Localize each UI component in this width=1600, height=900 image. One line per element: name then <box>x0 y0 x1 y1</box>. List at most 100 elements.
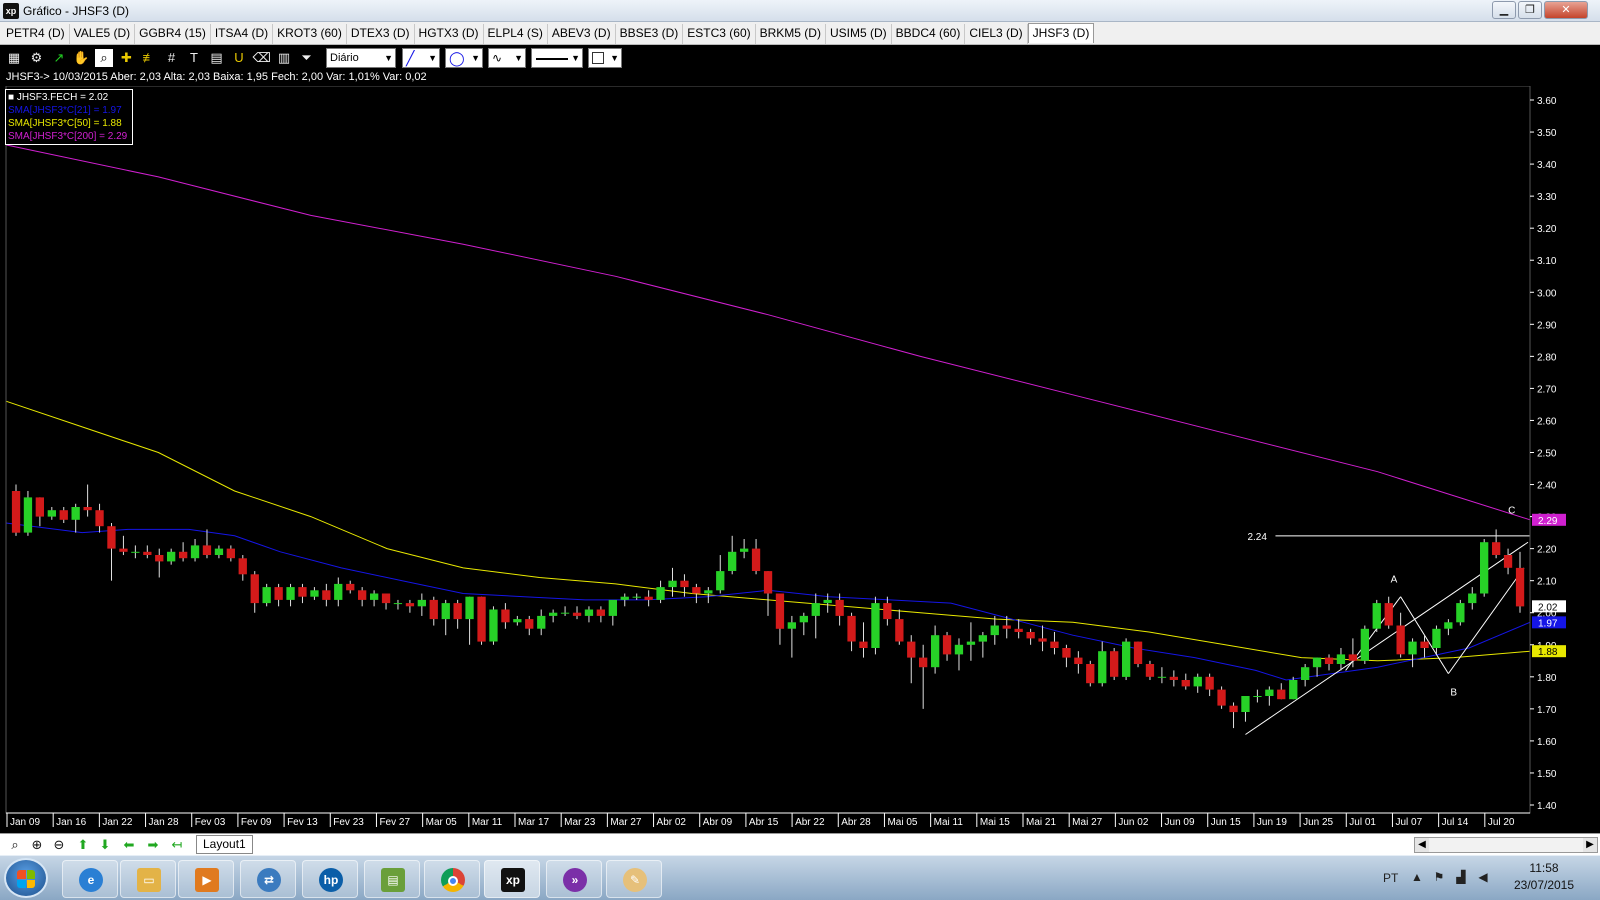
tab-bbdc4[interactable]: BBDC4 (60) <box>892 24 966 44</box>
candle-body <box>692 587 701 594</box>
scroll-right-icon[interactable]: ▶ <box>1583 838 1597 852</box>
eraser-icon[interactable]: ⌫ <box>253 49 271 67</box>
tab-jhsf3[interactable]: JHSF3 (D) <box>1027 23 1095 43</box>
flag-icon[interactable]: ⚑ <box>1432 870 1446 884</box>
taskbar-forward[interactable]: » <box>546 860 602 898</box>
tab-brkm5[interactable]: BRKM5 (D) <box>756 24 826 44</box>
candle-body <box>226 548 235 559</box>
zoom-out-icon[interactable]: ⊖ <box>50 836 68 854</box>
line-tool-icon[interactable]: ↗ <box>50 49 68 67</box>
volume-icon[interactable]: ◀ <box>1476 870 1490 884</box>
language-indicator[interactable]: PT <box>1383 871 1398 885</box>
arrow-end-icon[interactable]: ↤ <box>168 836 186 854</box>
crosshair-icon[interactable]: ✚ <box>118 49 136 67</box>
legend-entry[interactable]: SMA[JHSF3*C[50] = 1.88 <box>8 117 130 130</box>
taskbar-network[interactable]: ⇄ <box>240 860 296 898</box>
candle-body <box>405 603 415 607</box>
tab-ggbr4[interactable]: GGBR4 (15) <box>135 24 211 44</box>
text-icon[interactable]: T <box>185 49 203 67</box>
candle-body <box>262 587 271 604</box>
taskbar-chrome[interactable] <box>424 860 480 898</box>
chart-icon[interactable]: ▦ <box>5 49 23 67</box>
tab-bbse3[interactable]: BBSE3 (D) <box>616 24 684 44</box>
taskbar-explorer[interactable]: ▭ <box>120 860 176 898</box>
line-style-select[interactable]: ╱ ▼ <box>402 48 440 68</box>
zoom-fit-icon[interactable]: ⌕ <box>95 49 113 67</box>
candle-body <box>95 510 104 527</box>
arrow-down-icon[interactable]: ⬇ <box>96 836 114 854</box>
candle-body <box>632 596 641 598</box>
period-select[interactable]: Diário ▼ <box>326 48 396 68</box>
legend-entry[interactable]: SMA[JHSF3*C[21] = 1.97 <box>8 104 130 117</box>
price-chart[interactable]: 2.24 A B C 3.60 3.50 3.40 3.30 3.20 3.10 3.00 2.90… <box>0 86 1600 833</box>
zoom-icon[interactable]: ⌕ <box>6 836 24 854</box>
shape-select[interactable]: ◯ ▼ <box>445 48 483 68</box>
close-button[interactable]: ✕ <box>1544 1 1588 19</box>
signal-icon[interactable]: ▟ <box>1454 870 1468 884</box>
hand-icon[interactable]: ✋ <box>73 49 91 67</box>
taskbar-hp[interactable]: hp <box>302 860 358 898</box>
filter-icon[interactable]: ⏷ <box>298 49 316 67</box>
y-tick-label: 1.40 <box>1537 801 1557 812</box>
tab-vale5[interactable]: VALE5 (D) <box>70 24 136 44</box>
tab-itsa4[interactable]: ITSA4 (D) <box>211 24 274 44</box>
calculator-icon[interactable]: ▤ <box>208 49 226 67</box>
taskbar-xp[interactable]: xp <box>484 860 540 898</box>
tab-estc3[interactable]: ESTC3 (60) <box>683 24 756 44</box>
tab-hgtx3[interactable]: HGTX3 (D) <box>415 24 484 44</box>
tab-krot3[interactable]: KROT3 (60) <box>273 24 347 44</box>
tab-elpl4[interactable]: ELPL4 (S) <box>484 24 548 44</box>
x-tick-label: Mai 27 <box>1072 817 1102 828</box>
tab-ciel3[interactable]: CIEL3 (D) <box>965 24 1028 44</box>
parallel-lines-icon[interactable]: ≢ <box>140 49 158 67</box>
arrow-left-icon[interactable]: ⬅ <box>120 836 138 854</box>
x-tick-label: Jun 15 <box>1211 817 1241 828</box>
tray-expand-icon[interactable]: ▲ <box>1410 870 1424 884</box>
candle-body <box>1145 664 1155 677</box>
candle-body <box>907 641 916 658</box>
layout-tab[interactable]: Layout1 <box>196 835 253 854</box>
x-tick-label: Mai 05 <box>887 817 917 828</box>
horizontal-scrollbar[interactable]: ◀ ▶ <box>1414 837 1598 853</box>
candle-body <box>942 635 952 655</box>
candle-body <box>919 657 928 668</box>
candle-body <box>1444 622 1453 629</box>
grid-icon[interactable]: # <box>163 49 181 67</box>
tab-dtex3[interactable]: DTEX3 (D) <box>347 24 415 44</box>
zoom-in-icon[interactable]: ⊕ <box>28 836 46 854</box>
chevron-down-icon: ▼ <box>610 53 619 63</box>
color-select[interactable]: ▼ <box>588 48 622 68</box>
candle-body <box>119 548 128 552</box>
candle-body <box>1289 680 1298 700</box>
start-button[interactable] <box>4 858 48 898</box>
system-clock[interactable]: 11:58 23/07/2015 <box>1506 860 1582 894</box>
tab-usim5[interactable]: USIM5 (D) <box>826 24 892 44</box>
line-width-select[interactable]: ▼ <box>531 48 583 68</box>
arrow-right-icon[interactable]: ➡ <box>144 836 162 854</box>
candle-body <box>1002 625 1011 629</box>
gear-icon[interactable]: ⚙ <box>28 49 46 67</box>
candle-body <box>859 641 868 648</box>
arrow-up-icon[interactable]: ⬆ <box>74 836 92 854</box>
minimize-button[interactable]: ▁ <box>1492 1 1516 19</box>
x-tick-label: Jul 20 <box>1488 817 1515 828</box>
taskbar-media[interactable]: ▶ <box>178 860 234 898</box>
candle-body <box>1372 603 1381 629</box>
magnet-icon[interactable]: U <box>230 49 248 67</box>
candle-body <box>1480 542 1489 594</box>
x-tick-label: Abr 15 <box>749 817 779 828</box>
maximize-button[interactable]: ❐ <box>1518 1 1542 19</box>
x-tick-label: Mai 21 <box>1026 817 1056 828</box>
chart-candles <box>11 484 1525 729</box>
legend-entry[interactable]: SMA[JHSF3*C[200] = 2.29 <box>8 130 130 143</box>
tab-abev3[interactable]: ABEV3 (D) <box>548 24 616 44</box>
tab-petr4[interactable]: PETR4 (D) <box>2 24 70 44</box>
indicator-select[interactable]: ∿ ▼ <box>488 48 526 68</box>
taskbar-files[interactable]: ▤ <box>364 860 420 898</box>
taskbar-ie[interactable]: e <box>62 860 118 898</box>
trash-icon[interactable]: ▥ <box>275 49 293 67</box>
candle-body <box>931 635 940 668</box>
legend-entry[interactable]: ■ JHSF3.FECH = 2.02 <box>8 91 130 104</box>
taskbar-paint[interactable]: ✎ <box>606 860 662 898</box>
scroll-left-icon[interactable]: ◀ <box>1415 838 1429 852</box>
